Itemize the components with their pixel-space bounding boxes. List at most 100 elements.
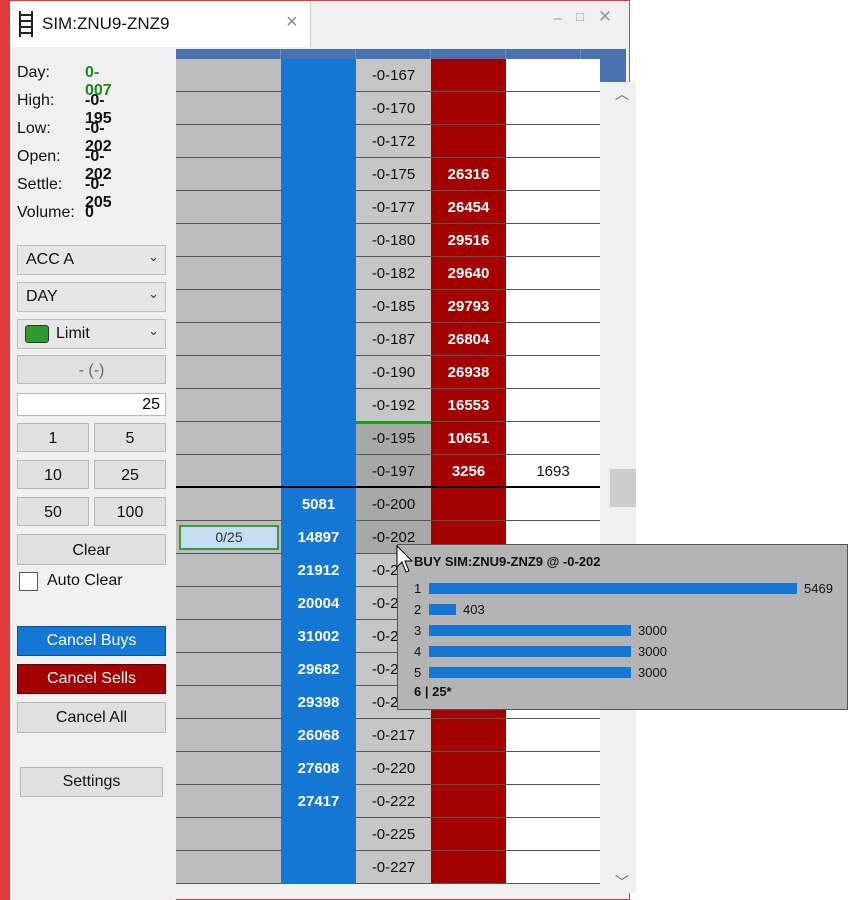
ladder-last-cell[interactable] — [506, 818, 600, 851]
ladder-ask-cell[interactable]: 26804 — [431, 323, 506, 356]
ladder-bid-cell[interactable]: 26068 — [281, 719, 356, 752]
ladder-price-cell[interactable]: -0-222 — [356, 785, 431, 818]
ladder-order-cell[interactable] — [176, 224, 281, 257]
ladder-ask-cell[interactable]: 16553 — [431, 389, 506, 422]
ladder-ask-cell[interactable] — [431, 125, 506, 158]
ladder-price-cell[interactable]: -0-195 — [356, 422, 431, 455]
ladder-price-cell[interactable]: -0-217 — [356, 719, 431, 752]
ladder-bid-cell[interactable] — [281, 851, 356, 884]
ladder-price-cell[interactable]: -0-227 — [356, 851, 431, 884]
ladder-order-cell[interactable] — [176, 554, 281, 587]
ladder-order-cell[interactable] — [176, 488, 281, 521]
ladder-price-cell[interactable]: -0-225 — [356, 818, 431, 851]
ladder-price-cell[interactable]: -0-185 — [356, 290, 431, 323]
auto-clear-checkbox[interactable] — [19, 572, 38, 591]
ladder-last-cell[interactable] — [506, 389, 600, 422]
ladder-last-cell[interactable] — [506, 158, 600, 191]
ladder-order-cell[interactable] — [176, 356, 281, 389]
ladder-bid-cell[interactable]: 27417 — [281, 785, 356, 818]
ladder-order-cell[interactable] — [176, 422, 281, 455]
ladder-last-cell[interactable] — [506, 488, 600, 521]
ladder-last-cell[interactable] — [506, 851, 600, 884]
ladder-bid-cell[interactable] — [281, 323, 356, 356]
ladder-bid-cell[interactable] — [281, 125, 356, 158]
qty-button-10[interactable]: 10 — [17, 460, 89, 489]
ladder-scrollbar[interactable]: ︿ ﹀ — [610, 82, 636, 893]
qty-button-50[interactable]: 50 — [17, 497, 89, 526]
ladder-bid-cell[interactable]: 29398 — [281, 686, 356, 719]
ladder-bid-cell[interactable]: 5081 — [281, 488, 356, 521]
ladder-order-cell[interactable] — [176, 125, 281, 158]
ladder-bid-cell[interactable] — [281, 422, 356, 455]
ladder-order-cell[interactable] — [176, 785, 281, 818]
ladder-bid-cell[interactable] — [281, 455, 356, 488]
close-window-icon[interactable]: ✕ — [595, 7, 615, 27]
ladder-bid-cell[interactable] — [281, 818, 356, 851]
ladder-ask-cell[interactable]: 26938 — [431, 356, 506, 389]
ladder-ask-cell[interactable]: 10651 — [431, 422, 506, 455]
ladder-last-cell[interactable] — [506, 290, 600, 323]
ladder-last-cell[interactable] — [506, 785, 600, 818]
ladder-bid-cell[interactable] — [281, 224, 356, 257]
qty-button-25[interactable]: 25 — [94, 460, 166, 489]
ladder-ask-cell[interactable] — [431, 488, 506, 521]
cancel-sells-button[interactable]: Cancel Sells — [17, 664, 166, 694]
ladder-ask-cell[interactable] — [431, 92, 506, 125]
cancel-all-button[interactable]: Cancel All — [17, 702, 166, 733]
ladder-order-cell[interactable] — [176, 686, 281, 719]
ladder-price-cell[interactable]: -0-200 — [356, 488, 431, 521]
ladder-ask-cell[interactable]: 29516 — [431, 224, 506, 257]
ladder-order-cell[interactable] — [176, 92, 281, 125]
working-order-tag[interactable]: 0/25 — [179, 525, 279, 550]
ladder-price-cell[interactable]: -0-177 — [356, 191, 431, 224]
ladder-order-cell[interactable] — [176, 257, 281, 290]
ladder-bid-cell[interactable] — [281, 92, 356, 125]
qty-button-5[interactable]: 5 — [94, 423, 166, 452]
settings-button[interactable]: Settings — [20, 767, 163, 797]
close-tab-icon[interactable]: × — [286, 12, 298, 32]
position-button[interactable]: - (-) — [17, 355, 166, 384]
ladder-order-cell[interactable] — [176, 158, 281, 191]
ladder-ask-cell[interactable] — [431, 719, 506, 752]
scroll-thumb[interactable] — [610, 469, 636, 507]
minimize-icon[interactable]: – — [548, 10, 568, 27]
ladder-last-cell[interactable] — [506, 719, 600, 752]
ladder-order-cell[interactable] — [176, 818, 281, 851]
ladder-bid-cell[interactable] — [281, 191, 356, 224]
ladder-order-cell[interactable] — [176, 719, 281, 752]
ladder-bid-cell[interactable] — [281, 356, 356, 389]
ladder-ask-cell[interactable]: 3256 — [431, 455, 506, 488]
ladder-price-cell[interactable]: -0-190 — [356, 356, 431, 389]
ladder-bid-cell[interactable] — [281, 389, 356, 422]
ladder-price-cell[interactable]: -0-170 — [356, 92, 431, 125]
ladder-ask-cell[interactable]: 29640 — [431, 257, 506, 290]
ladder-price-cell[interactable]: -0-175 — [356, 158, 431, 191]
scroll-down-icon[interactable]: ﹀ — [615, 872, 629, 892]
ladder-last-cell[interactable]: 1693 — [506, 455, 600, 488]
ladder-price-cell[interactable]: -0-172 — [356, 125, 431, 158]
ladder-order-cell[interactable] — [176, 851, 281, 884]
ladder-bid-cell[interactable] — [281, 290, 356, 323]
ladder-last-cell[interactable] — [506, 422, 600, 455]
ladder-price-cell[interactable]: -0-220 — [356, 752, 431, 785]
ladder-ask-cell[interactable]: 26454 — [431, 191, 506, 224]
ladder-order-cell[interactable] — [176, 587, 281, 620]
ladder-bid-cell[interactable] — [281, 257, 356, 290]
ladder-bid-cell[interactable]: 27608 — [281, 752, 356, 785]
ladder-order-cell[interactable] — [176, 323, 281, 356]
ladder-last-cell[interactable] — [506, 257, 600, 290]
ladder-bid-cell[interactable]: 21912 — [281, 554, 356, 587]
ladder-last-cell[interactable] — [506, 59, 600, 92]
ladder-last-cell[interactable] — [506, 752, 600, 785]
ladder-order-cell[interactable] — [176, 59, 281, 92]
ladder-order-cell[interactable] — [176, 620, 281, 653]
cancel-buys-button[interactable]: Cancel Buys — [17, 626, 166, 656]
ladder-ask-cell[interactable]: 26316 — [431, 158, 506, 191]
ladder-ask-cell[interactable] — [431, 785, 506, 818]
qty-button-100[interactable]: 100 — [94, 497, 166, 526]
ladder-price-cell[interactable]: -0-182 — [356, 257, 431, 290]
ladder-bid-cell[interactable] — [281, 158, 356, 191]
ladder-order-cell[interactable]: 0/25 — [176, 521, 281, 554]
ladder-ask-cell[interactable] — [431, 752, 506, 785]
ladder-price-cell[interactable]: -0-167 — [356, 59, 431, 92]
